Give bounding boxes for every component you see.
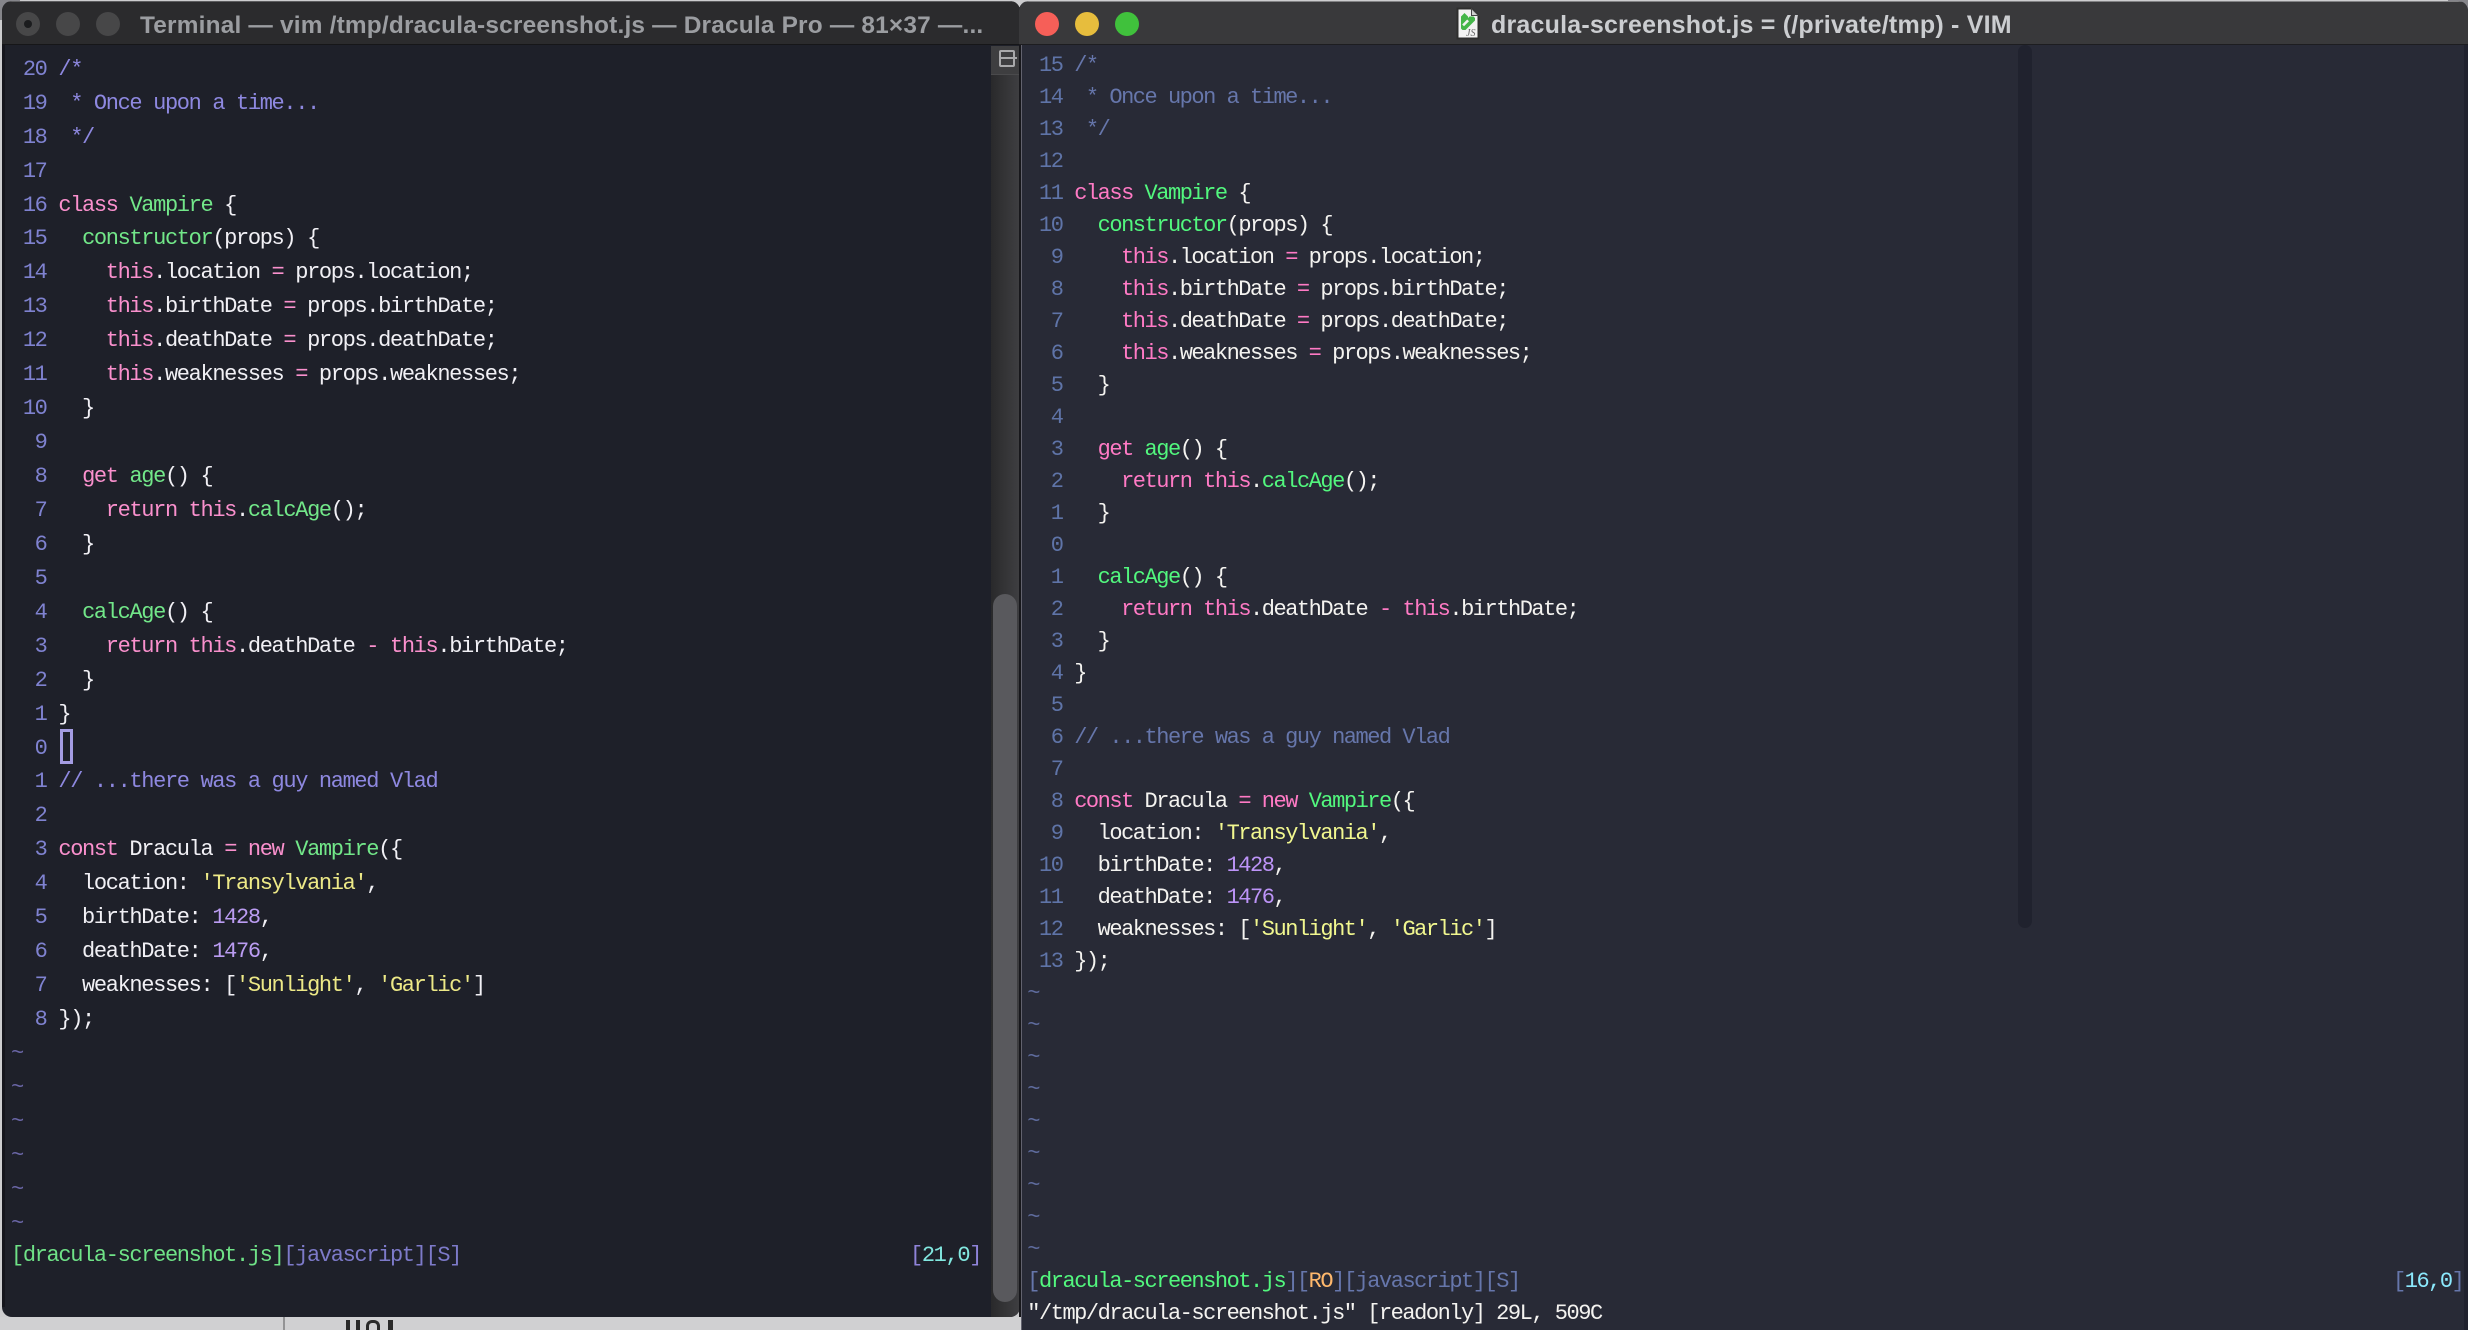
svg-text:JS: JS xyxy=(1466,28,1475,39)
